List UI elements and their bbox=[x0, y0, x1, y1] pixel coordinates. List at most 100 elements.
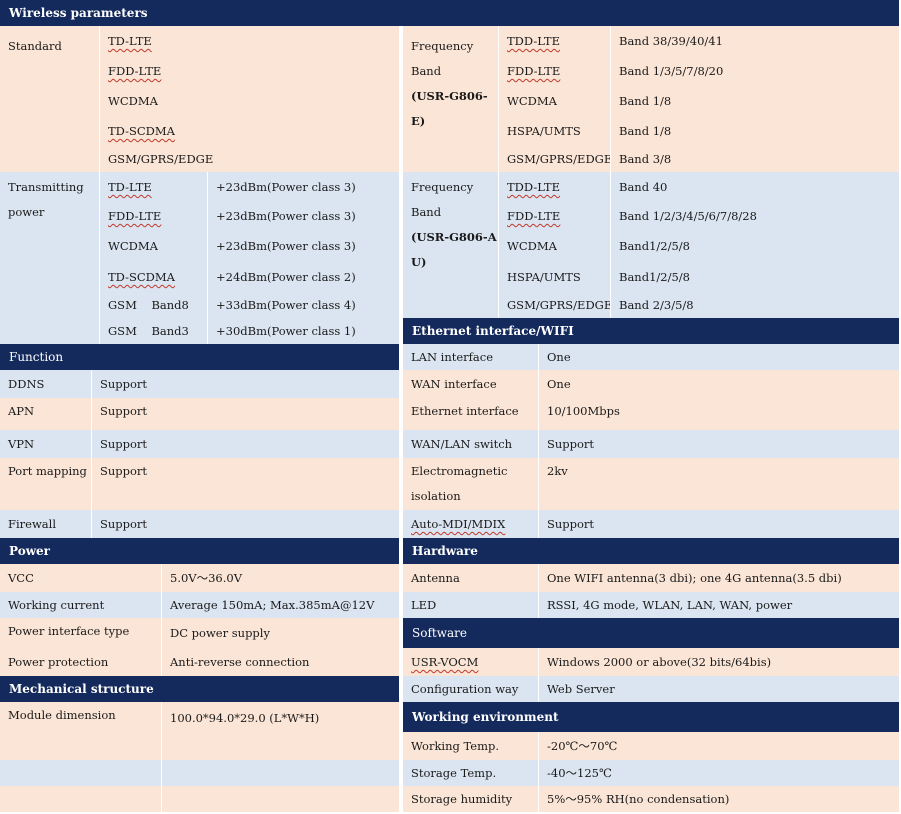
col-divider bbox=[610, 26, 611, 318]
freq-e-name: HSPA/UMTS bbox=[499, 116, 611, 146]
empty-cell bbox=[0, 734, 162, 760]
empty-cell bbox=[162, 786, 399, 812]
software-value: Windows 2000 or above(32 bits/64bis) bbox=[539, 648, 899, 676]
function-name: DDNS bbox=[0, 370, 92, 398]
environment-value: -20℃～70℃ bbox=[539, 732, 899, 760]
power-value: 5.0V～36.0V bbox=[162, 564, 399, 592]
freq-e-name: FDD-LTE bbox=[499, 56, 611, 86]
freq-e-value: Band 38/39/40/41 bbox=[611, 26, 899, 56]
freq-e-name: WCDMA bbox=[499, 86, 611, 116]
tx-name: TD-LTE bbox=[100, 172, 208, 202]
power-name: Power interface type bbox=[0, 618, 162, 648]
hardware-value: One WIFI antenna(3 dbi); one 4G antenna(… bbox=[539, 564, 899, 592]
tx-value: +30dBm(Power class 1) bbox=[208, 318, 399, 344]
empty-cell bbox=[162, 760, 399, 786]
col-divider bbox=[99, 26, 100, 344]
frequency-band-au-label: Frequency Band (USR-G806-A U) bbox=[403, 172, 499, 318]
section-header-environment: Working environment bbox=[403, 702, 899, 732]
function-name: VPN bbox=[0, 430, 92, 458]
ethernet-name: LAN interface bbox=[403, 344, 539, 370]
freq-au-value: Band1/2/5/8 bbox=[611, 262, 899, 292]
standard-item: WCDMA bbox=[100, 86, 399, 116]
freq-au-name: WCDMA bbox=[499, 230, 611, 262]
function-name: APN bbox=[0, 398, 92, 430]
col-divider bbox=[538, 564, 539, 618]
standard-item: TD-LTE bbox=[100, 26, 399, 56]
mechanical-value: 100.0*94.0*29.0 (L*W*H) bbox=[162, 702, 399, 734]
tx-value: +23dBm(Power class 3) bbox=[208, 172, 399, 202]
freq-au-value: Band1/2/5/8 bbox=[611, 230, 899, 262]
standard-item: GSM/GPRS/EDGE bbox=[100, 146, 399, 172]
freq-au-name: FDD-LTE bbox=[499, 202, 611, 230]
freq-e-value: Band 1/8 bbox=[611, 86, 899, 116]
ethernet-name: Auto-MDI/MDIX bbox=[403, 510, 539, 538]
freq-au-value: Band 2/3/5/8 bbox=[611, 292, 899, 318]
ethernet-name: WAN/LAN switch bbox=[403, 430, 539, 458]
ethernet-value: 10/100Mbps bbox=[539, 398, 899, 430]
freq-e-value: Band 3/8 bbox=[611, 146, 899, 172]
section-header-hardware: Hardware bbox=[403, 538, 899, 564]
ethernet-name: Electromagnetic isolation bbox=[403, 458, 539, 510]
tx-value: +33dBm(Power class 4) bbox=[208, 292, 399, 318]
col-divider bbox=[538, 732, 539, 814]
section-header-ethernet: Ethernet interface/WIFI bbox=[403, 318, 899, 344]
tx-name: GSM Band8 bbox=[100, 292, 208, 318]
environment-name: Storage humidity bbox=[403, 786, 539, 812]
software-name: USR-VOCM bbox=[403, 648, 539, 676]
standard-label: Standard bbox=[0, 26, 100, 172]
tx-value: +23dBm(Power class 3) bbox=[208, 230, 399, 262]
function-value: Support bbox=[92, 398, 399, 430]
empty-cell bbox=[0, 760, 162, 786]
col-divider bbox=[538, 648, 539, 702]
freq-au-value: Band 1/2/3/4/5/6/7/8/28 bbox=[611, 202, 899, 230]
ethernet-name: WAN interface bbox=[403, 370, 539, 398]
column-gap bbox=[399, 26, 403, 814]
tx-name: FDD-LTE bbox=[100, 202, 208, 230]
freq-e-name: GSM/GPRS/EDGE bbox=[499, 146, 612, 172]
tx-value: +24dBm(Power class 2) bbox=[208, 262, 399, 292]
power-value: Anti-reverse connection bbox=[162, 648, 399, 676]
function-value: Support bbox=[92, 370, 399, 398]
mechanical-name: Module dimension bbox=[0, 702, 162, 734]
col-divider bbox=[498, 26, 499, 318]
ethernet-value: Support bbox=[539, 510, 899, 538]
power-value: DC power supply bbox=[162, 618, 399, 648]
environment-name: Storage Temp. bbox=[403, 760, 539, 786]
col-divider bbox=[91, 370, 92, 538]
freq-e-value: Band 1/8 bbox=[611, 116, 899, 146]
transmitting-power-label: Transmitting power bbox=[0, 172, 100, 344]
freq-e-value: Band 1/3/5/7/8/20 bbox=[611, 56, 899, 86]
section-header-wireless: Wireless parameters bbox=[0, 0, 899, 26]
standard-item: TD-SCDMA bbox=[100, 116, 399, 146]
ethernet-value: One bbox=[539, 370, 899, 398]
environment-name: Working Temp. bbox=[403, 732, 539, 760]
freq-au-name: HSPA/UMTS bbox=[499, 262, 611, 292]
freq-e-name: TDD-LTE bbox=[499, 26, 611, 56]
section-header-mechanical: Mechanical structure bbox=[0, 676, 399, 702]
col-divider bbox=[161, 564, 162, 676]
hardware-name: Antenna bbox=[403, 564, 539, 592]
power-name: VCC bbox=[0, 564, 162, 592]
power-name: Working current bbox=[0, 592, 162, 618]
tx-name: TD-SCDMA bbox=[100, 262, 208, 292]
environment-value: -40～125℃ bbox=[539, 760, 899, 786]
hardware-name: LED bbox=[403, 592, 539, 618]
section-header-software: Software bbox=[403, 618, 899, 648]
freq-au-value: Band 40 bbox=[611, 172, 899, 202]
tx-name: WCDMA bbox=[100, 230, 208, 262]
hardware-value: RSSI, 4G mode, WLAN, LAN, WAN, power bbox=[539, 592, 899, 618]
ethernet-value: One bbox=[539, 344, 899, 370]
freq-au-name: TDD-LTE bbox=[499, 172, 611, 202]
empty-cell bbox=[0, 786, 162, 812]
power-value: Average 150mA; Max.385mA@12V bbox=[162, 592, 399, 618]
freq-au-name: GSM/GPRS/EDGE bbox=[499, 292, 612, 318]
frequency-band-e-label: Frequency Band (USR-G806-E) bbox=[403, 26, 499, 172]
col-divider bbox=[161, 702, 162, 814]
tx-name: GSM Band3 bbox=[100, 318, 208, 344]
software-name: Configuration way bbox=[403, 676, 539, 702]
environment-value: 5%～95% RH(no condensation) bbox=[539, 786, 899, 812]
function-value: Support bbox=[92, 458, 399, 510]
tx-value: +23dBm(Power class 3) bbox=[208, 202, 399, 230]
col-divider bbox=[538, 344, 539, 538]
ethernet-value: Support bbox=[539, 430, 899, 458]
